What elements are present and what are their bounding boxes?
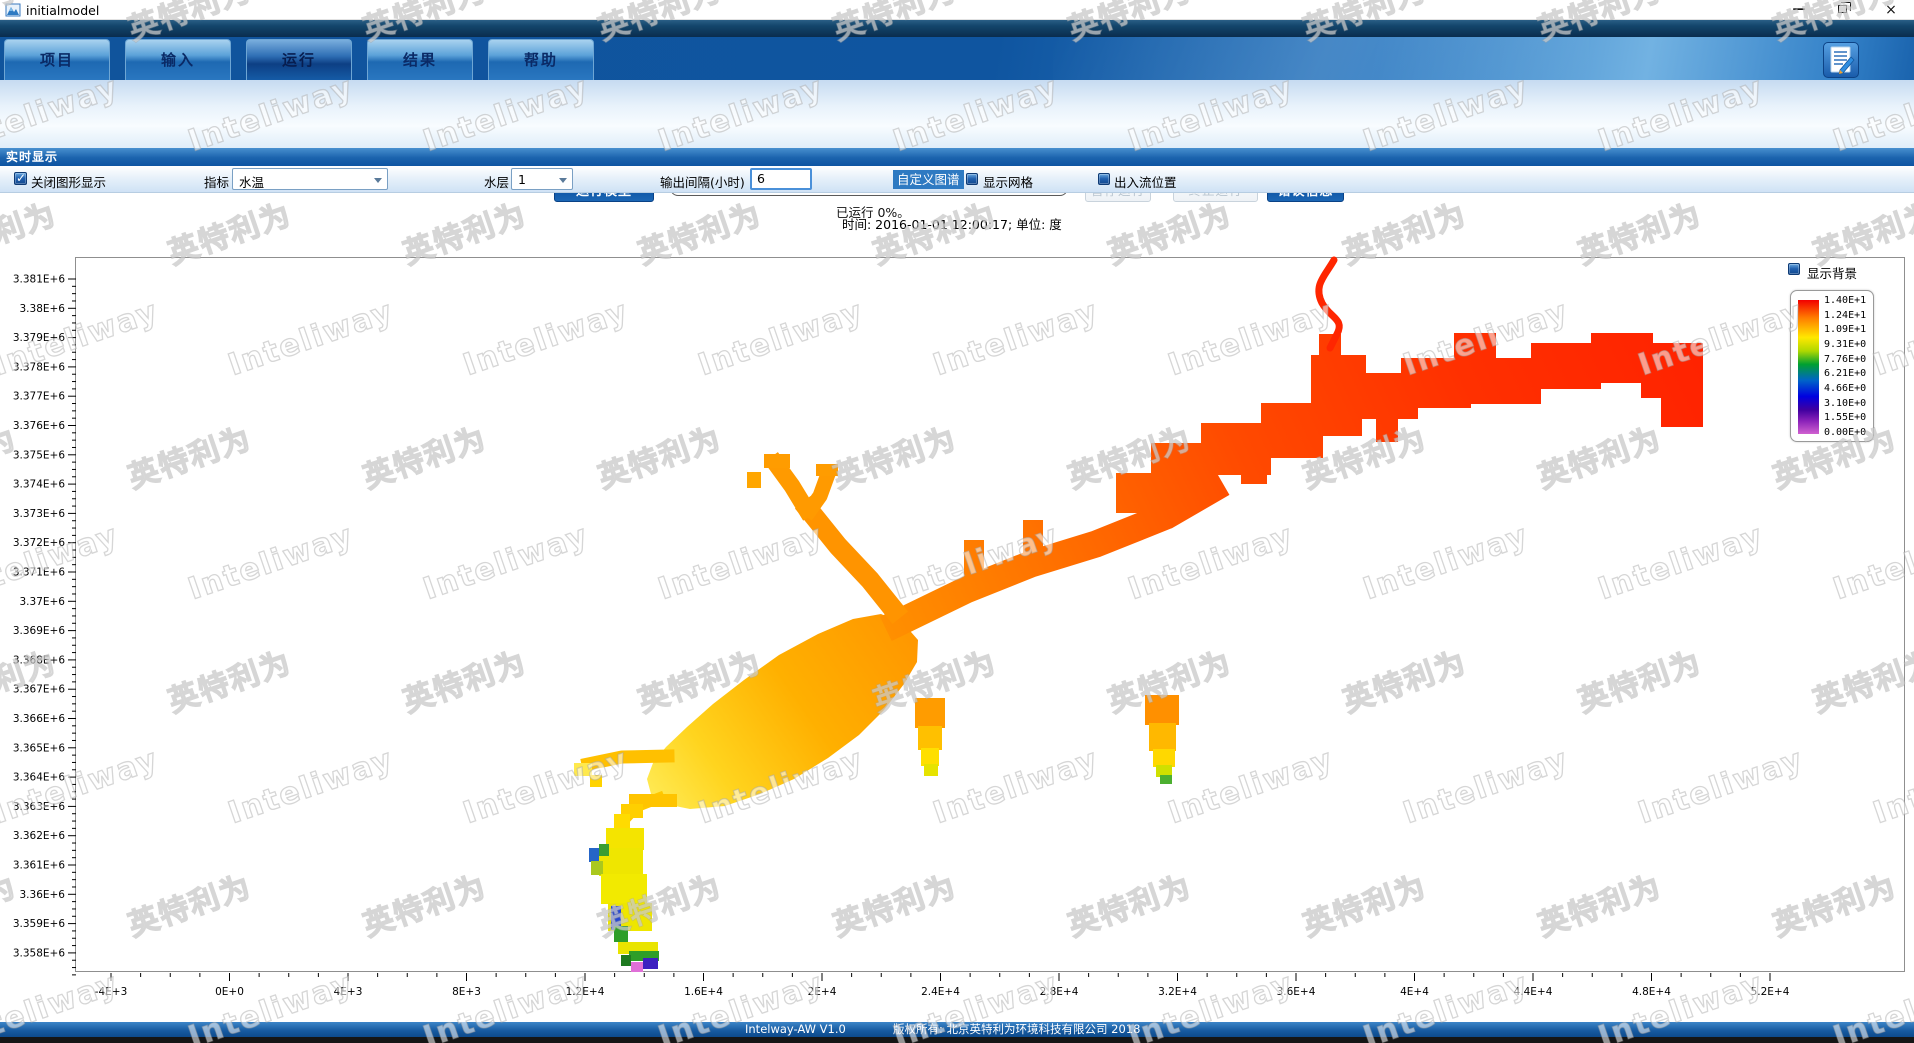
document-pencil-icon [1824,43,1858,77]
close-graph-label: 关闭图形显示 [31,172,106,191]
svg-text:3.381E+6: 3.381E+6 [13,274,65,286]
svg-text:3.359E+6: 3.359E+6 [13,918,65,930]
svg-text:4.4E+4: 4.4E+4 [1514,986,1553,998]
layer-dropdown[interactable]: 1 [511,168,573,190]
svg-text:3.36E+6: 3.36E+6 [20,889,66,901]
svg-text:3.371E+6: 3.371E+6 [13,567,65,579]
show-background-label: 显示背景 [1807,263,1857,282]
indicator-value: 水温 [239,172,264,191]
output-interval-label: 输出间隔(小时) [660,172,745,191]
svg-text:3.364E+6: 3.364E+6 [13,772,65,784]
realtime-display-header: 实时显示 [0,148,1914,166]
svg-text:2.4E+4: 2.4E+4 [921,986,960,998]
simulation-time-text: 时间: 2016-01-01 12:00:17; 单位: 度 [842,214,1062,233]
tab-run[interactable]: 运行 [246,39,352,80]
svg-text:3.37E+6: 3.37E+6 [20,596,66,608]
realtime-controls-row: ✓ 关闭图形显示 指标 水温 水层 1 输出间隔(小时) 6 自定义图谱 ✓ 显… [0,166,1914,193]
colorbar-legend: 1.40E+11.24E+11.09E+19.31E+07.76E+06.21E… [1790,290,1874,442]
svg-text:3.368E+6: 3.368E+6 [13,654,65,666]
svg-text:2.8E+4: 2.8E+4 [1040,986,1079,998]
indicator-label: 指标 [204,172,229,191]
colorbar-values: 1.40E+11.24E+11.09E+19.31E+07.76E+06.21E… [1824,296,1874,438]
svg-text:4E+4: 4E+4 [1400,986,1429,998]
svg-text:3.375E+6: 3.375E+6 [13,449,65,461]
tab-project[interactable]: 项目 [4,39,110,80]
svg-text:3.374E+6: 3.374E+6 [13,479,65,491]
svg-text:3.373E+6: 3.373E+6 [13,508,65,520]
taskbar-edge [0,1037,1914,1043]
copyright-text: 版权所有: 北京英特利为环境科技有限公司 2018 [893,1022,1140,1037]
svg-text:3.365E+6: 3.365E+6 [13,742,65,754]
close-graph-checkbox[interactable]: ✓ [14,172,27,185]
show-background-checkbox[interactable]: ✓ [1788,263,1800,275]
svg-text:3.376E+6: 3.376E+6 [13,420,65,432]
temperature-heatmap [76,258,1906,973]
svg-text:2E+4: 2E+4 [808,986,837,998]
output-interval-input[interactable]: 6 [750,168,812,190]
svg-text:3.366E+6: 3.366E+6 [13,713,65,725]
check-icon: ✓ [16,171,26,185]
custom-palette-button[interactable]: 自定义图谱 [893,170,964,189]
svg-text:3.369E+6: 3.369E+6 [13,625,65,637]
layer-label: 水层 [484,172,509,191]
show-grid-label: 显示网格 [983,172,1033,191]
chevron-down-icon [374,178,382,183]
flow-positions-checkbox[interactable]: ✓ [1098,173,1110,185]
colorbar-gradient [1798,300,1819,434]
title-bar: initialmodel — × [0,0,1914,20]
svg-text:3.38E+6: 3.38E+6 [20,303,66,315]
svg-text:4E+3: 4E+3 [334,986,363,998]
svg-text:3.379E+6: 3.379E+6 [13,332,65,344]
svg-text:1.2E+4: 1.2E+4 [566,986,605,998]
run-toolbar: 运行模型 已运行 0%。 暂停运行 终止运行 错误信息 [0,80,1914,148]
menu-tab-bar: 项目 输入 运行 结果 帮助 环评/预警 [0,37,1914,80]
show-grid-checkbox[interactable]: ✓ [966,173,978,185]
window-title: initialmodel [26,3,99,18]
svg-text:3.378E+6: 3.378E+6 [13,361,65,373]
map-plot-area: -4E+30E+04E+38E+31.2E+41.6E+42E+42.4E+42… [75,257,1905,972]
tab-input[interactable]: 输入 [125,39,231,80]
svg-text:3.363E+6: 3.363E+6 [13,801,65,813]
indicator-dropdown[interactable]: 水温 [232,168,388,190]
close-button[interactable]: × [1870,0,1912,20]
layer-value: 1 [518,172,526,187]
tab-results[interactable]: 结果 [367,39,473,80]
svg-text:5.2E+4: 5.2E+4 [1751,986,1790,998]
restore-button[interactable] [1838,5,1847,13]
tab-help[interactable]: 帮助 [488,39,594,80]
status-bar: Intelway-AW V1.0 版权所有: 北京英特利为环境科技有限公司 20… [0,1022,1914,1037]
svg-text:1.6E+4: 1.6E+4 [684,986,723,998]
svg-text:3.367E+6: 3.367E+6 [13,684,65,696]
svg-text:3.372E+6: 3.372E+6 [13,537,65,549]
svg-text:8E+3: 8E+3 [452,986,481,998]
svg-text:3.377E+6: 3.377E+6 [13,391,65,403]
report-document-icon[interactable] [1823,42,1859,78]
svg-text:3.2E+4: 3.2E+4 [1158,986,1197,998]
chevron-down-icon [559,178,567,183]
minimize-button[interactable]: — [1778,0,1820,20]
svg-text:3.362E+6: 3.362E+6 [13,830,65,842]
app-icon [5,2,21,18]
svg-text:-4E+3: -4E+3 [95,986,128,998]
svg-text:3.6E+4: 3.6E+4 [1277,986,1316,998]
svg-text:3.358E+6: 3.358E+6 [13,947,65,959]
svg-text:3.361E+6: 3.361E+6 [13,860,65,872]
flow-positions-label: 出入流位置 [1114,172,1177,191]
app-version-text: Intelway-AW V1.0 [745,1022,846,1037]
ribbon-top-band [0,20,1914,37]
svg-text:4.8E+4: 4.8E+4 [1632,986,1671,998]
svg-text:0E+0: 0E+0 [215,986,244,998]
